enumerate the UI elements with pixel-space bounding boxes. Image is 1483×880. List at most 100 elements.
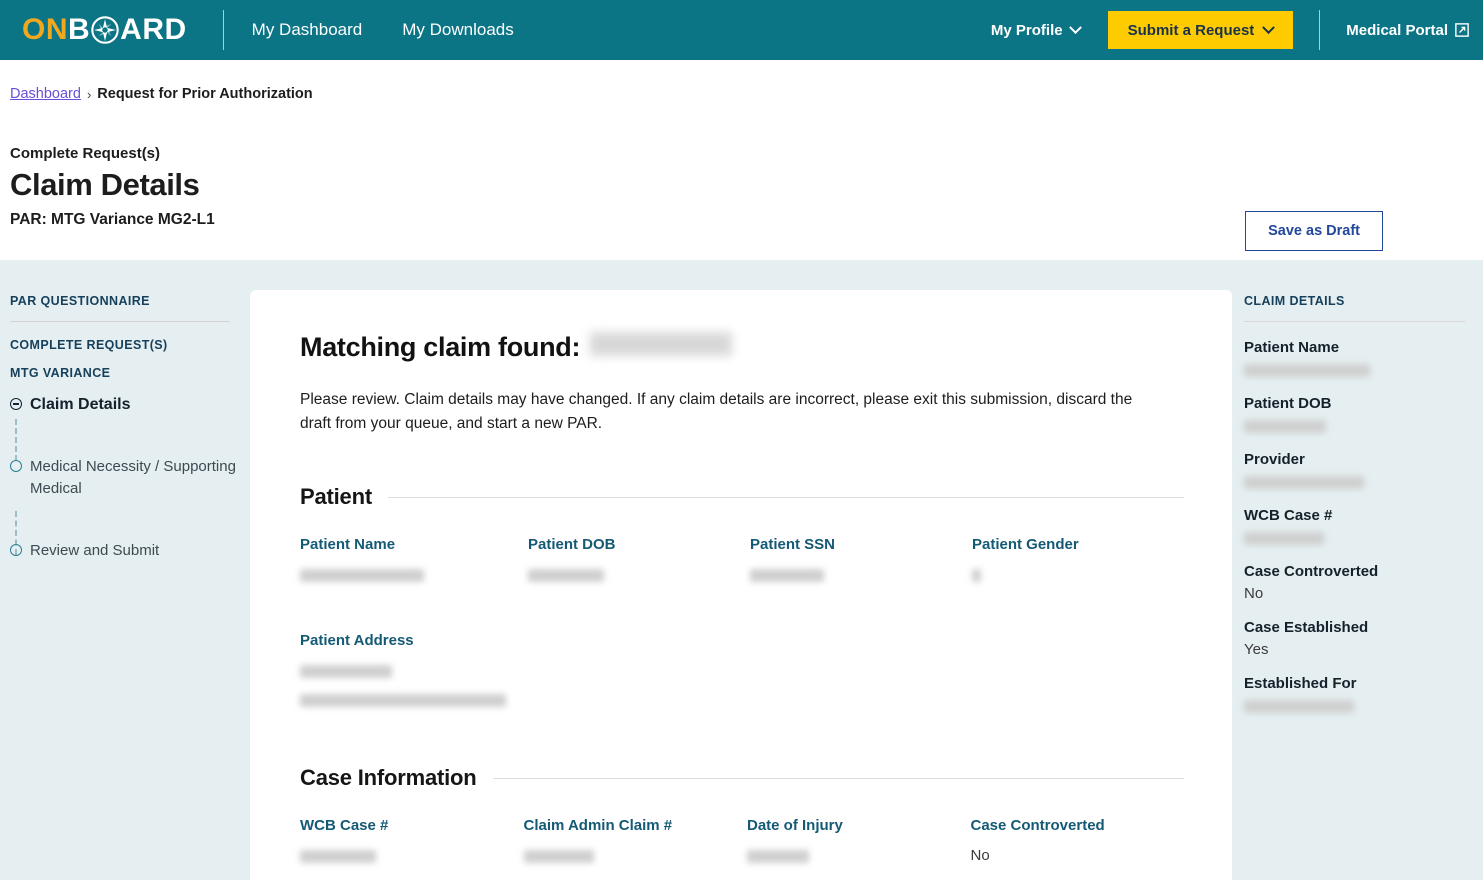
redacted-value [300,569,424,582]
field-value [747,844,949,868]
sidebar-item-medical-necessity[interactable]: Medical Necessity / Supporting Medical [10,456,236,502]
breadcrumb: Dashboard › Request for Prior Authorizat… [10,86,1483,102]
field-value [300,659,506,712]
field-value: No [971,844,1173,868]
medical-portal-label: Medical Portal [1346,22,1448,39]
sidebar-title: PAR QUESTIONNAIRE [10,294,236,308]
logo-text-b: B [68,15,90,45]
patient-section-title: Patient [300,484,372,510]
field-claim-admin-claim-number: Claim Admin Claim # [524,817,738,868]
onboard-logo[interactable]: ONB ARD [22,15,187,45]
sidebar-item-review-and-submit[interactable]: Review and Submit [10,540,236,564]
sidebar-item-claim-details[interactable]: Claim Details [10,393,236,418]
field-label: Patient Gender [972,536,1172,553]
field-patient-gender: Patient Gender [972,536,1184,587]
step-pending-icon [10,544,22,556]
page-title: Claim Details [10,167,1483,203]
matching-claim-heading: Matching claim found: [300,332,1184,363]
redacted-value [300,694,506,707]
right-sidebar-title: CLAIM DETAILS [1244,294,1465,308]
field-value [524,844,726,868]
sidebar-section-complete-requests: COMPLETE REQUEST(S) [10,338,236,352]
summary-value: Yes [1244,641,1465,658]
breadcrumb-current: Request for Prior Authorization [97,86,312,102]
field-patient-ssn: Patient SSN [750,536,962,587]
field-value [528,563,728,587]
field-value [300,844,502,868]
step-current-icon [10,398,22,410]
field-date-of-injury: Date of Injury [747,817,961,868]
breadcrumb-link-dashboard[interactable]: Dashboard [10,86,81,102]
submit-a-request-label: Submit a Request [1128,22,1255,39]
summary-value [1244,473,1465,490]
page-eyebrow: Complete Request(s) [10,145,1483,162]
section-rule [388,497,1184,498]
case-information-field-grid: WCB Case # Claim Admin Claim # Date of I… [300,817,1184,880]
summary-label: WCB Case # [1244,507,1465,524]
nav-link-my-dashboard[interactable]: My Dashboard [252,20,363,40]
page-header: Dashboard › Request for Prior Authorizat… [0,60,1483,260]
field-value [300,563,506,587]
field-case-controverted: Case Controverted No [971,817,1185,868]
field-label: Patient Address [300,632,506,649]
summary-label: Established For [1244,675,1465,692]
nav-right-group: My Profile Submit a Request Medical Port… [991,10,1469,50]
sidebar-divider [10,321,230,322]
field-value [750,563,950,587]
medical-portal-link[interactable]: Medical Portal [1346,22,1469,39]
redacted-value [300,850,376,863]
summary-value [1244,417,1465,434]
redacted-value [300,665,392,678]
redacted-value [1244,532,1324,545]
logo-text-on: ON [22,15,68,45]
nav-link-my-downloads[interactable]: My Downloads [402,20,514,40]
sidebar-item-label: Medical Necessity / Supporting Medical [30,456,236,500]
field-wcb-case-number: WCB Case # [300,817,514,868]
summary-value: No [1244,585,1465,602]
field-patient-dob: Patient DOB [528,536,740,587]
logo-text-ard: ARD [120,15,187,45]
redacted-value [750,569,824,582]
nav-divider-right [1319,10,1320,50]
sidebar-item-label: Review and Submit [30,540,159,562]
case-information-section-header: Case Information [300,765,1184,791]
summary-established-for: Established For [1244,675,1465,714]
field-patient-name: Patient Name [300,536,518,587]
redacted-value [1244,700,1354,713]
step-pending-icon [10,460,22,472]
summary-provider: Provider [1244,451,1465,490]
matching-claim-label: Matching claim found: [300,332,580,363]
save-as-draft-button[interactable]: Save as Draft [1245,211,1383,251]
summary-label: Provider [1244,451,1465,468]
case-information-section-title: Case Information [300,765,477,791]
chevron-down-icon [1069,21,1082,34]
redacted-value [747,850,809,863]
claim-details-card: Matching claim found: Please review. Cla… [250,290,1232,880]
right-sidebar-divider [1244,321,1465,322]
matching-claim-number-redacted [590,332,732,356]
external-link-icon [1455,23,1469,37]
field-label: Patient DOB [528,536,728,553]
field-label: Patient Name [300,536,506,553]
sidebar-item-label: Claim Details [30,393,130,416]
summary-value [1244,361,1465,378]
page-content: PAR QUESTIONNAIRE COMPLETE REQUEST(S) MT… [0,260,1483,880]
top-navigation-bar: ONB ARD My Dashboard My Downloads My Pro… [0,0,1483,60]
nav-divider [223,10,224,50]
submit-a-request-button[interactable]: Submit a Request [1108,11,1294,49]
redacted-value [1244,420,1326,433]
field-value [972,563,1172,587]
summary-case-controverted: Case Controverted No [1244,563,1465,602]
my-profile-menu[interactable]: My Profile [991,22,1080,39]
patient-section-header: Patient [300,484,1184,510]
summary-label: Patient DOB [1244,395,1465,412]
redacted-value [1244,476,1364,489]
patient-field-grid: Patient Name Patient DOB Patient SSN Pat… [300,536,1184,717]
summary-label: Patient Name [1244,339,1465,356]
summary-label: Case Controverted [1244,563,1465,580]
sidebar-section-mtg-variance: MTG VARIANCE [10,366,236,380]
redacted-value [524,850,594,863]
field-label: WCB Case # [300,817,502,834]
redacted-value [1244,364,1370,377]
left-sidebar: PAR QUESTIONNAIRE COMPLETE REQUEST(S) MT… [0,260,250,563]
